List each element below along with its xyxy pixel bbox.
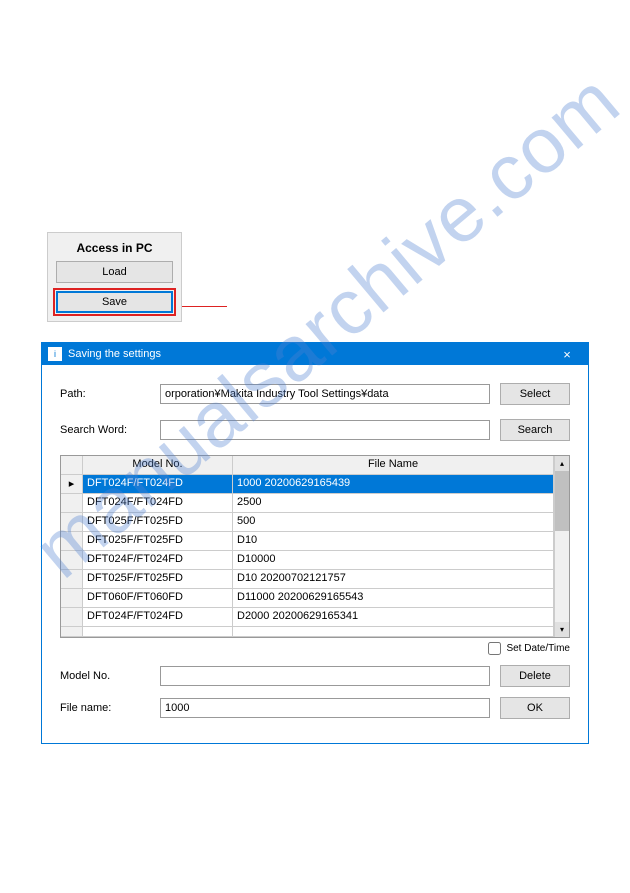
- set-datetime-label: Set Date/Time: [506, 643, 570, 654]
- file-cell: 2500: [233, 494, 554, 512]
- scroll-down-icon[interactable]: ▾: [555, 622, 569, 637]
- file-cell: D11000 20200629165543: [233, 589, 554, 607]
- model-cell: DFT060F/FT060FD: [83, 589, 233, 607]
- table-scrollbar[interactable]: ▴ ▾: [554, 456, 569, 637]
- row-selector[interactable]: [61, 513, 83, 531]
- table-row[interactable]: DFT024F/FT024FD2500: [61, 494, 554, 513]
- select-button[interactable]: Select: [500, 383, 570, 405]
- search-button[interactable]: Search: [500, 419, 570, 441]
- access-panel-title: Access in PC: [56, 241, 173, 255]
- table-row[interactable]: DFT024F/FT024FDD10000: [61, 551, 554, 570]
- delete-button[interactable]: Delete: [500, 665, 570, 687]
- row-selector[interactable]: [61, 608, 83, 626]
- scroll-up-icon[interactable]: ▴: [555, 456, 569, 471]
- model-cell: DFT024F/FT024FD: [83, 551, 233, 569]
- table-row[interactable]: DFT024F/FT024FDD2000 20200629165341: [61, 608, 554, 627]
- selector-column-header: [61, 456, 83, 474]
- save-button[interactable]: Save: [56, 291, 173, 313]
- model-column-header: Model No.: [83, 456, 233, 474]
- row-selector[interactable]: [61, 570, 83, 588]
- table-row[interactable]: ▸DFT024F/FT024FD1000 20200629165439: [61, 475, 554, 494]
- model-cell: DFT025F/FT025FD: [83, 532, 233, 550]
- table-row[interactable]: DFT060F/FT060FDD11000 20200629165543: [61, 589, 554, 608]
- file-cell: D10000: [233, 551, 554, 569]
- file-cell: 1000 20200629165439: [233, 475, 554, 493]
- set-datetime-row: Set Date/Time: [60, 642, 570, 655]
- set-datetime-checkbox[interactable]: [488, 642, 501, 655]
- table-row[interactable]: [61, 627, 554, 637]
- model-cell: DFT025F/FT025FD: [83, 570, 233, 588]
- dialog-icon: i: [48, 347, 62, 361]
- load-button[interactable]: Load: [56, 261, 173, 283]
- dialog-title: Saving the settings: [68, 348, 552, 360]
- path-row: Path: Select: [60, 383, 570, 405]
- callout-line: [182, 306, 227, 307]
- row-selector[interactable]: [61, 589, 83, 607]
- table-row[interactable]: DFT025F/FT025FDD10 20200702121757: [61, 570, 554, 589]
- file-column-header: File Name: [233, 456, 554, 474]
- model-no-row: Model No. Delete: [60, 665, 570, 687]
- row-selector[interactable]: [61, 551, 83, 569]
- table-row[interactable]: DFT025F/FT025FD500: [61, 513, 554, 532]
- row-selector[interactable]: [61, 532, 83, 550]
- dialog-body: Path: Select Search Word: Search Model N…: [42, 365, 588, 743]
- ok-button[interactable]: OK: [500, 697, 570, 719]
- row-selector[interactable]: [61, 494, 83, 512]
- model-no-input[interactable]: [160, 666, 490, 686]
- close-icon[interactable]: ×: [552, 347, 582, 362]
- model-cell: DFT024F/FT024FD: [83, 608, 233, 626]
- access-panel: Access in PC Load Save: [47, 232, 182, 322]
- file-name-row: File name: OK: [60, 697, 570, 719]
- model-cell: DFT025F/FT025FD: [83, 513, 233, 531]
- file-table: Model No. File Name ▸DFT024F/FT024FD1000…: [60, 455, 570, 638]
- path-input[interactable]: [160, 384, 490, 404]
- file-cell: 500: [233, 513, 554, 531]
- search-row: Search Word: Search: [60, 419, 570, 441]
- file-name-label: File name:: [60, 702, 160, 714]
- file-cell: D10: [233, 532, 554, 550]
- dialog-titlebar: i Saving the settings ×: [42, 343, 588, 365]
- save-settings-dialog: i Saving the settings × Path: Select Sea…: [41, 342, 589, 744]
- model-no-label: Model No.: [60, 670, 160, 682]
- row-selector[interactable]: ▸: [61, 475, 83, 493]
- model-cell: DFT024F/FT024FD: [83, 494, 233, 512]
- file-name-input[interactable]: [160, 698, 490, 718]
- path-label: Path:: [60, 388, 160, 400]
- file-cell: D10 20200702121757: [233, 570, 554, 588]
- search-label: Search Word:: [60, 424, 160, 436]
- model-cell: DFT024F/FT024FD: [83, 475, 233, 493]
- search-input[interactable]: [160, 420, 490, 440]
- scroll-thumb[interactable]: [555, 471, 569, 531]
- table-row[interactable]: DFT025F/FT025FDD10: [61, 532, 554, 551]
- file-cell: D2000 20200629165341: [233, 608, 554, 626]
- table-header: Model No. File Name: [61, 456, 554, 475]
